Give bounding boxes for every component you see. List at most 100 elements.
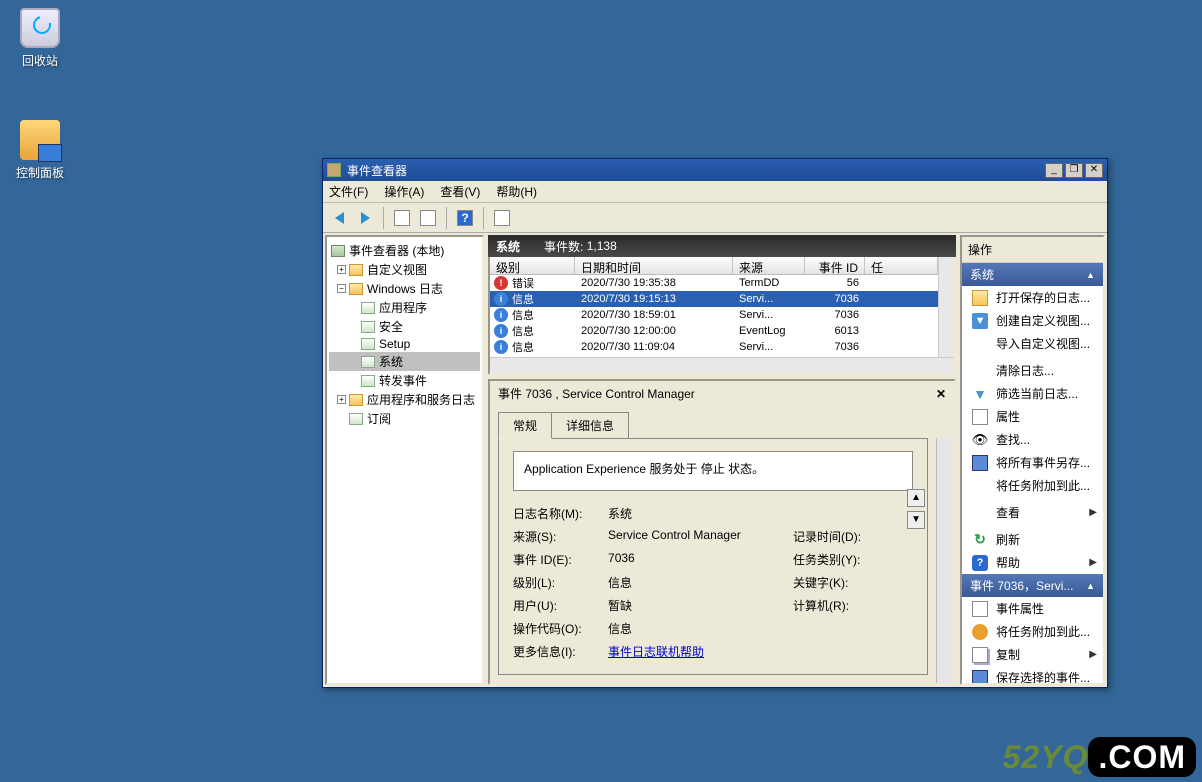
info-icon: i [494,340,508,354]
action-open-saved-log[interactable]: 打开保存的日志... [962,286,1103,309]
expand-icon[interactable]: + [337,395,346,404]
action-find[interactable]: 👁查找... [962,428,1103,451]
maximize-button[interactable]: ❐ [1065,163,1083,178]
action-help[interactable]: ?帮助▶ [962,551,1103,574]
desktop-icon-recycle[interactable]: 回收站 [8,8,72,69]
value-logname: 系统 [608,505,793,522]
actions-group-system[interactable]: 系统▲ [962,263,1103,286]
detail-down-button[interactable]: ▼ [907,511,925,529]
toolbar-btn-3[interactable] [490,206,514,230]
menu-file[interactable]: 文件(F) [329,183,368,200]
action-filter-log[interactable]: ▼筛选当前日志... [962,382,1103,405]
save-icon [972,455,988,471]
folder-icon [349,394,363,406]
label-source: 来源(S): [513,528,608,545]
event-row[interactable]: i信息2020/7/30 19:15:13Servi...7036 [490,291,938,307]
tree-forwarded[interactable]: 转发事件 [329,371,480,390]
action-attach-task-event[interactable]: 将任务附加到此... [962,620,1103,643]
minimize-button[interactable]: _ [1045,163,1063,178]
action-attach-task[interactable]: 将任务附加到此... [962,474,1103,497]
action-properties[interactable]: 属性 [962,405,1103,428]
toolbar-btn-1[interactable] [390,206,414,230]
info-icon: i [494,308,508,322]
control-panel-icon [20,120,60,160]
collapse-icon[interactable]: − [337,284,346,293]
tree-root[interactable]: 事件查看器 (本地) [329,241,480,260]
menu-action[interactable]: 操作(A) [384,183,424,200]
actions-group-event[interactable]: 事件 7036，Servi...▲ [962,574,1103,597]
tree-app-service-logs[interactable]: +应用程序和服务日志 [329,390,480,409]
value-source: Service Control Manager [608,528,793,545]
action-save-selected[interactable]: 保存选择的事件... [962,666,1103,685]
detail-vscrollbar[interactable] [936,438,954,683]
column-headers[interactable]: 级别 日期和时间 来源 事件 ID 任 [490,257,938,275]
info-icon: i [494,292,508,306]
menu-view[interactable]: 查看(V) [440,183,480,200]
find-icon: 👁 [972,432,988,448]
tree-subscriptions[interactable]: 订阅 [329,409,480,428]
action-refresh[interactable]: ↻刷新 [962,528,1103,551]
tree-security[interactable]: 安全 [329,317,480,336]
tree-system[interactable]: 系统 [329,352,480,371]
detail-close-button[interactable]: ✕ [936,387,946,401]
list-vscrollbar[interactable] [938,257,954,357]
detail-pane: 事件 7036 , Service Control Manager ✕ 常规 详… [488,379,956,685]
log-icon [361,375,375,387]
label-opcode: 操作代码(O): [513,620,608,637]
event-list[interactable]: 级别 日期和时间 来源 事件 ID 任 !错误2020/7/30 19:35:3… [488,257,956,375]
detail-up-button[interactable]: ▲ [907,489,925,507]
folder-icon [349,283,363,295]
desktop-icon-control-panel[interactable]: 控制面板 [8,120,72,181]
arrow-right-icon: ▶ [1089,649,1097,660]
event-row[interactable]: i信息2020/7/30 11:09:04Servi...7036 [490,339,938,355]
tree-setup[interactable]: Setup [329,336,480,352]
toolbar: ? [323,203,1107,233]
tab-details[interactable]: 详细信息 [551,412,629,439]
action-event-properties[interactable]: 事件属性 [962,597,1103,620]
col-event-id[interactable]: 事件 ID [805,257,865,274]
col-level[interactable]: 级别 [490,257,575,274]
blank-icon [972,505,988,521]
menubar: 文件(F) 操作(A) 查看(V) 帮助(H) [323,181,1107,203]
action-import-custom-view[interactable]: 导入自定义视图... [962,332,1103,355]
col-datetime[interactable]: 日期和时间 [575,257,733,274]
eventviewer-icon [331,245,345,257]
action-save-all[interactable]: 将所有事件另存... [962,451,1103,474]
event-row[interactable]: i信息2020/7/30 12:00:00EventLog6013 [490,323,938,339]
toolbar-help[interactable]: ? [453,206,477,230]
help-icon: ? [457,210,473,226]
refresh-icon: ↻ [972,532,988,548]
col-task[interactable]: 任 [865,257,938,274]
action-create-custom-view[interactable]: ▼创建自定义视图... [962,309,1103,332]
action-view[interactable]: 查看▶ [962,501,1103,524]
watermark: 52YQ.COM [1003,739,1196,776]
list-hscrollbar[interactable] [490,357,954,373]
titlebar[interactable]: 事件查看器 _ ❐ ✕ [323,159,1107,181]
event-row[interactable]: !错误2020/7/30 19:35:38TermDD56 [490,275,938,291]
save-icon [972,670,988,686]
menu-help[interactable]: 帮助(H) [496,183,537,200]
expand-icon[interactable]: + [337,265,346,274]
tree-pane[interactable]: 事件查看器 (本地) +自定义视图 −Windows 日志 应用程序 安全 Se… [325,235,484,685]
event-row[interactable]: i信息2020/7/30 18:59:01Servi...7036 [490,307,938,323]
recycle-bin-icon [20,8,60,48]
forward-button[interactable] [353,206,377,230]
chevron-up-icon: ▲ [1086,581,1095,591]
pane2-icon [420,210,436,226]
value-opcode: 信息 [608,620,793,637]
event-count: 1,138 [587,239,617,253]
action-clear-log[interactable]: 清除日志... [962,359,1103,382]
tree-windows-logs[interactable]: −Windows 日志 [329,279,480,298]
toolbar-btn-2[interactable] [416,206,440,230]
back-button[interactable] [327,206,351,230]
action-copy[interactable]: 复制▶ [962,643,1103,666]
more-info-link[interactable]: 事件日志联机帮助 [608,643,793,660]
tab-general[interactable]: 常规 [498,412,552,439]
tree-application[interactable]: 应用程序 [329,298,480,317]
tree-custom-views[interactable]: +自定义视图 [329,260,480,279]
label-moreinfo: 更多信息(I): [513,643,608,660]
log-icon [361,338,375,350]
col-source[interactable]: 来源 [733,257,805,274]
close-button[interactable]: ✕ [1085,163,1103,178]
label-taskcat: 任务类别(Y): [793,551,873,568]
